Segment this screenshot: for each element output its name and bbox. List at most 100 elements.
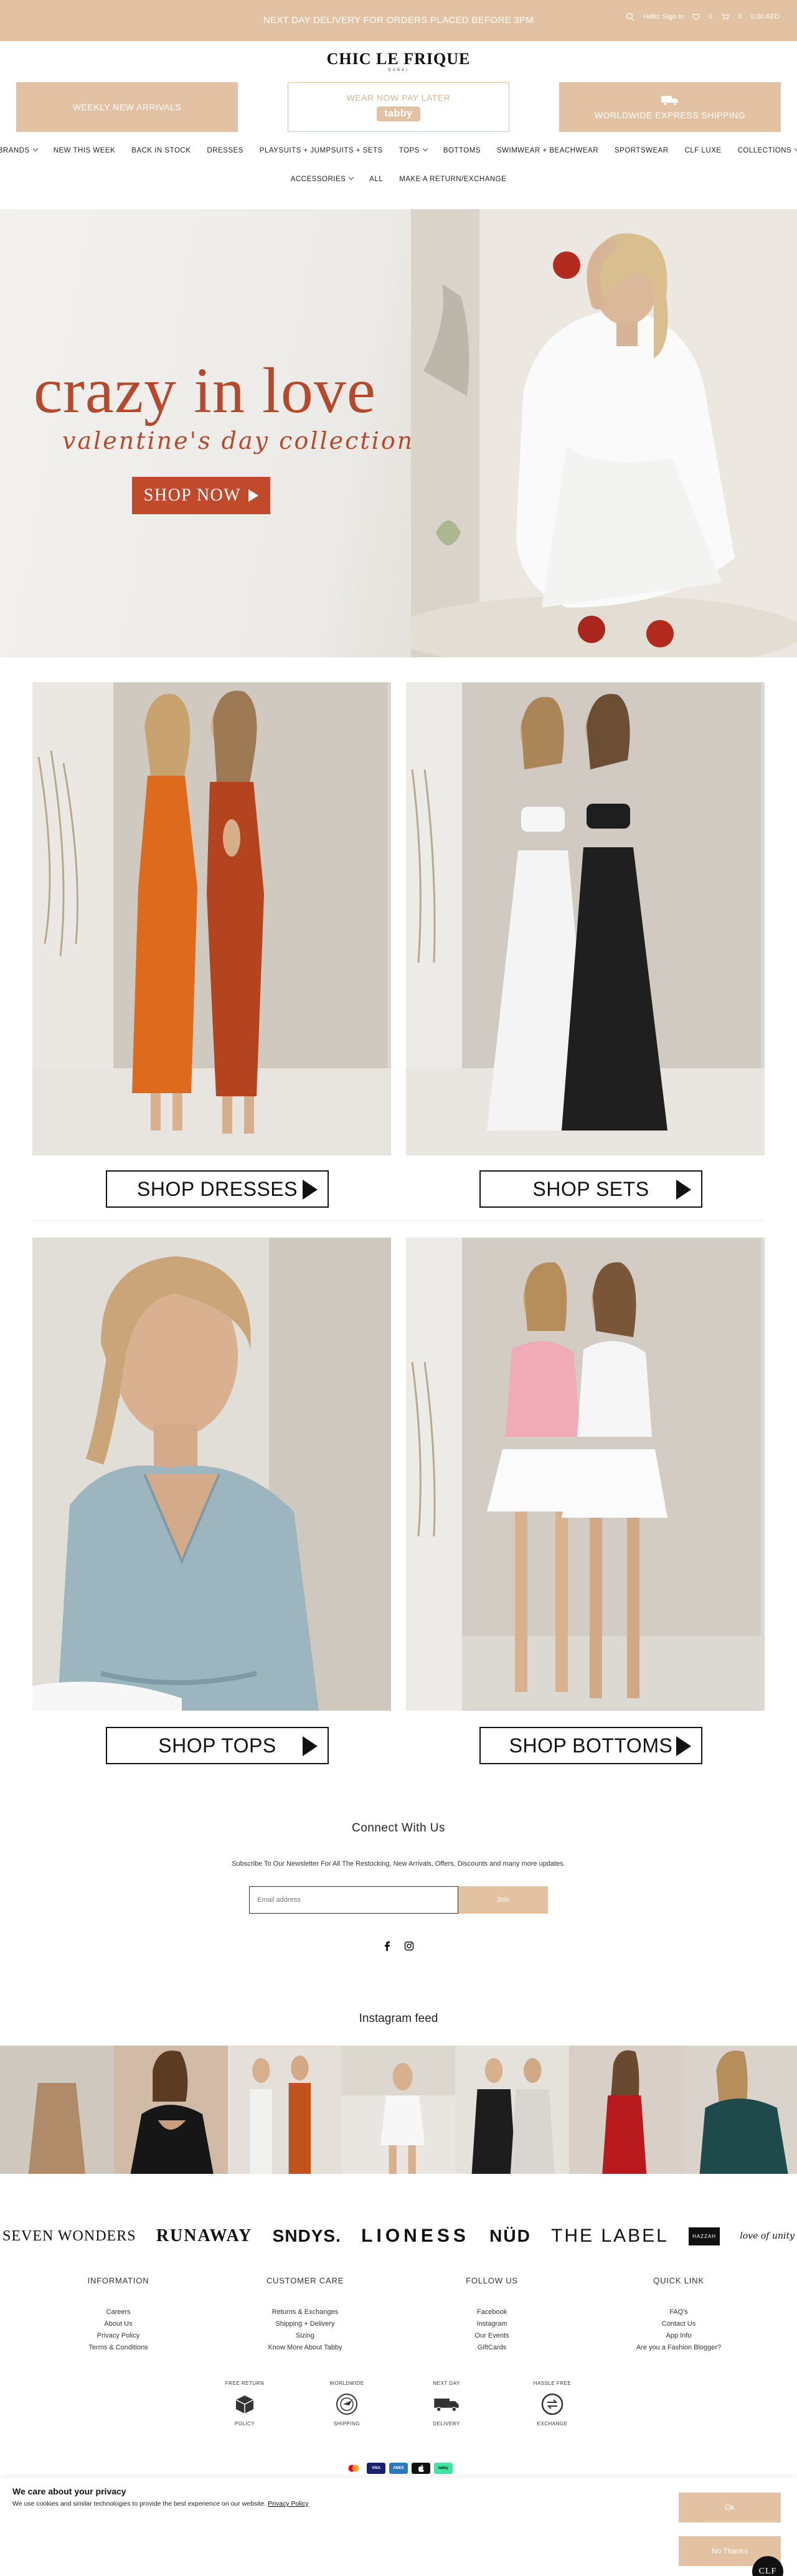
chevron-down-icon: [349, 174, 354, 181]
globe-icon: [332, 2390, 361, 2419]
logo[interactable]: CHIC LE FRIQUE DUBAI: [0, 50, 797, 72]
heart-icon[interactable]: [692, 13, 700, 21]
play-icon: [303, 1736, 318, 1756]
footer-heading: INFORMATION: [87, 2276, 149, 2285]
footer-link-instagram[interactable]: Instagram: [437, 2318, 547, 2330]
nav-bottoms[interactable]: BOTTOMS: [443, 147, 481, 154]
nav-new-this-week[interactable]: NEW THIS WEEK: [54, 147, 116, 154]
shop-bottoms-button[interactable]: SHOP BOTTOMS: [479, 1727, 702, 1764]
sets-image: [406, 682, 765, 1155]
sign-in-link[interactable]: Hello: Sign In: [643, 13, 684, 21]
instagram-post[interactable]: [0, 2046, 114, 2174]
footer-link-sizing[interactable]: Sizing: [250, 2330, 360, 2342]
nav-dresses[interactable]: DRESSES: [207, 147, 243, 154]
dresses-tile[interactable]: [32, 682, 391, 1155]
feature-returns: FREE RETURN POLICY: [207, 2381, 282, 2427]
cookie-ok-button[interactable]: Ok: [679, 2493, 781, 2522]
tabby-banner[interactable]: WEAR NOW PAY LATER tabby: [288, 82, 509, 132]
feature-label-bottom: POLICY: [234, 2421, 255, 2427]
account-area: Hello: Sign In 0 0 0.00 AED: [626, 12, 780, 21]
play-icon: [676, 1736, 691, 1756]
truck-icon: [432, 2390, 461, 2419]
nav-playsuits[interactable]: PLAYSUITS + JUMPSUITS + SETS: [260, 147, 383, 154]
bottoms-tile[interactable]: [406, 1238, 765, 1711]
chevron-down-icon: [32, 146, 38, 152]
instagram-post[interactable]: [227, 2046, 342, 2174]
shop-dresses-button[interactable]: SHOP DRESSES: [106, 1170, 329, 1208]
nav-clf-luxe[interactable]: CLF LUXE: [685, 147, 722, 154]
footer-link-giftcards[interactable]: GiftCards: [437, 2342, 547, 2354]
instagram-post[interactable]: [455, 2046, 570, 2174]
amex-icon: AMEX: [389, 2463, 408, 2474]
nav-accessories-label: ACCESSORIES: [290, 176, 346, 183]
logo-text: CHIC LE FRIQUE: [326, 50, 471, 68]
nav-swimwear[interactable]: SWIMWEAR + BEACHWEAR: [497, 147, 598, 154]
nav-make-return[interactable]: MAKE A RETURN/EXCHANGE: [399, 176, 506, 183]
footer-link-faq[interactable]: FAQ's: [616, 2306, 741, 2318]
brand-the-label[interactable]: THE LABEL: [551, 2226, 669, 2247]
nav-tops[interactable]: TOPS: [398, 146, 428, 154]
instagram-post[interactable]: [113, 2046, 228, 2174]
footer-link-facebook[interactable]: Facebook: [437, 2306, 547, 2318]
footer-link-terms[interactable]: Terms & Conditions: [64, 2342, 173, 2354]
feature-label-bottom: DELIVERY: [433, 2421, 460, 2427]
cookie-description: We use cookies and similar technologies …: [12, 2500, 266, 2508]
main-nav: BRANDS NEW THIS WEEK BACK IN STOCK DRESS…: [0, 141, 797, 205]
nav-accessories[interactable]: ACCESSORIES: [290, 174, 354, 183]
shipping-banner[interactable]: WORLDWIDE EXPRESS SHIPPING: [559, 82, 781, 132]
cart-icon[interactable]: [721, 13, 730, 21]
site-header: CHIC LE FRIQUE DUBAI WEEKLY NEW ARRIVALS…: [0, 41, 797, 141]
footer-link-privacy[interactable]: Privacy Policy: [64, 2330, 173, 2342]
tops-tile[interactable]: [32, 1238, 391, 1711]
nav-back-in-stock[interactable]: BACK IN STOCK: [131, 147, 191, 154]
nav-sportswear[interactable]: SPORTSWEAR: [615, 147, 669, 154]
instagram-post[interactable]: [341, 2046, 456, 2174]
newsletter-join-button[interactable]: Join: [458, 1886, 548, 1914]
logo-subtext: DUBAI: [388, 68, 409, 72]
brand-lioness[interactable]: LIONESS: [361, 2226, 469, 2247]
play-icon: [676, 1180, 691, 1200]
sets-tile[interactable]: [406, 682, 765, 1155]
hero-banner[interactable]: crazy in love valentine's day collection…: [0, 209, 797, 657]
nav-row-secondary: ACCESSORIES ALL MAKE A RETURN/EXCHANGE: [0, 154, 797, 183]
footer-link-careers[interactable]: Careers: [64, 2306, 173, 2318]
shop-sets-button[interactable]: SHOP SETS: [479, 1170, 702, 1208]
shop-now-button[interactable]: SHOP NOW: [132, 477, 270, 514]
newsletter-email-input[interactable]: [249, 1886, 458, 1914]
shop-tops-button[interactable]: SHOP TOPS: [106, 1727, 329, 1764]
footer-link-returns[interactable]: Returns & Exchanges: [250, 2306, 360, 2318]
feature-label-top: HASSLE FREE: [533, 2381, 572, 2386]
nav-all[interactable]: ALL: [369, 176, 383, 183]
footer-link-tabby[interactable]: Know More About Tabby: [250, 2342, 360, 2354]
search-icon[interactable]: [626, 12, 634, 21]
privacy-policy-link[interactable]: Privacy Policy: [268, 2500, 308, 2508]
nav-tops-label: TOPS: [398, 147, 420, 154]
facebook-icon[interactable]: [383, 1941, 392, 1954]
brand-hazzah[interactable]: HAZZAH: [689, 2227, 720, 2245]
nav-collections[interactable]: COLLECTIONS: [738, 146, 797, 154]
brand-seven-wonders[interactable]: SEVEN WONDERS: [2, 2228, 136, 2245]
footer-link-contact[interactable]: Contact Us: [616, 2318, 741, 2330]
connect-title: Connect With Us: [351, 1822, 446, 1835]
instagram-post[interactable]: [683, 2046, 797, 2174]
brand-sndys[interactable]: SNDYS.: [273, 2226, 341, 2246]
instagram-icon[interactable]: [404, 1941, 414, 1954]
footer-link-about[interactable]: About Us: [64, 2318, 173, 2330]
apple-pay-icon: [412, 2463, 430, 2474]
footer-link-app[interactable]: App Info: [616, 2330, 741, 2342]
shop-sets-label: SHOP SETS: [532, 1177, 649, 1200]
brand-runaway[interactable]: RUNAWAY: [156, 2226, 253, 2246]
footer-link-shipping[interactable]: Shipping + Delivery: [250, 2318, 360, 2330]
feature-next-day: NEXT DAY DELIVERY: [409, 2381, 484, 2427]
new-arrivals-banner[interactable]: WEEKLY NEW ARRIVALS: [16, 82, 238, 132]
nav-brands[interactable]: BRANDS: [0, 146, 38, 154]
footer-quick-link: QUICK LINK FAQ's Contact Us App Info Are…: [616, 2276, 741, 2354]
footer-link-events[interactable]: Our Events: [437, 2330, 547, 2342]
footer-link-blogger[interactable]: Are you a Fashion Blogger?: [616, 2342, 741, 2354]
feature-label-bottom: EXCHANGE: [537, 2421, 568, 2427]
hero-model-image: [392, 209, 797, 657]
bottoms-image: [406, 1238, 765, 1711]
brand-love-of-unity[interactable]: love of unity: [740, 2231, 795, 2241]
instagram-post[interactable]: [569, 2046, 684, 2174]
brand-nud[interactable]: NÜD: [489, 2226, 531, 2246]
